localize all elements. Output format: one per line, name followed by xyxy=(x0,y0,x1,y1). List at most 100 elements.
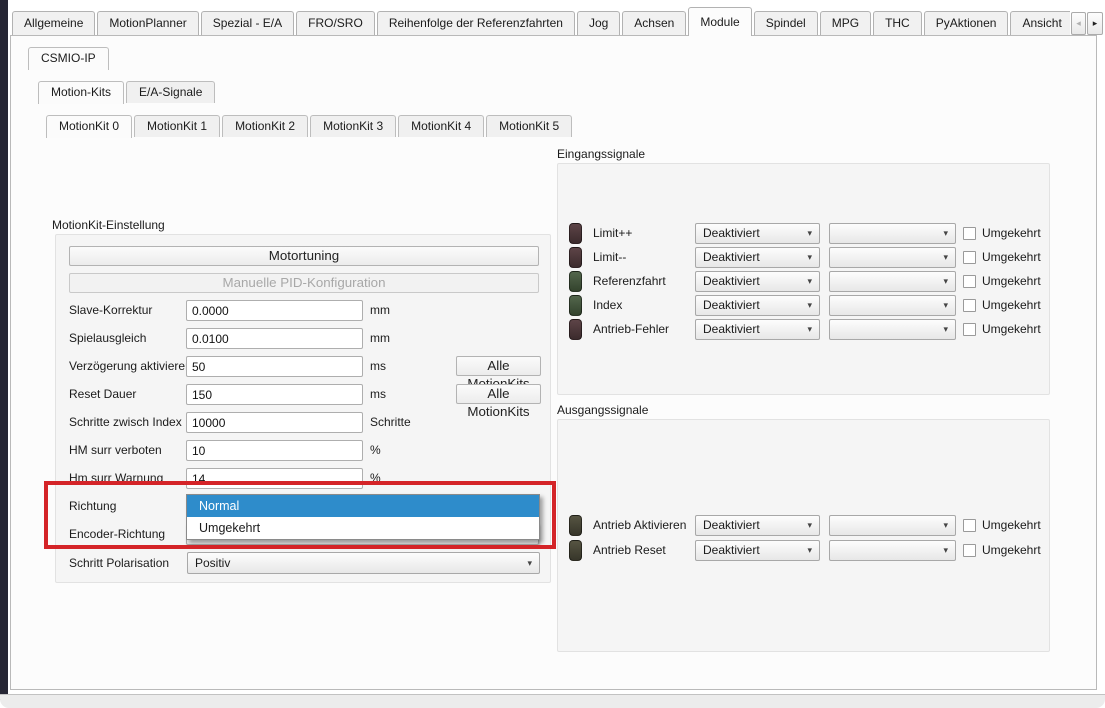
antrieb-fehler-invert-checkbox[interactable] xyxy=(963,323,976,336)
selected-value: Deaktiviert xyxy=(703,541,760,560)
chevron-down-icon: ▾ xyxy=(943,272,948,291)
tab-reihenfolge[interactable]: Reihenfolge der Referenzfahrten xyxy=(377,11,575,35)
tab-pyaktionen[interactable]: PyAktionen xyxy=(924,11,1009,35)
dropdown-option-normal[interactable]: Normal xyxy=(187,495,539,517)
index-pin-select[interactable]: ▾ xyxy=(829,295,956,316)
antrieb-aktivieren-pin-select[interactable]: ▾ xyxy=(829,515,956,536)
tab-scroll-right-button[interactable]: ▸ xyxy=(1087,12,1103,35)
limit-minus-pin-select[interactable]: ▾ xyxy=(829,247,956,268)
chevron-down-icon: ▾ xyxy=(807,272,812,291)
referenzfahrt-invert-checkbox[interactable] xyxy=(963,275,976,288)
tab-motionkit-2[interactable]: MotionKit 2 xyxy=(222,115,308,137)
eingangssignale-groupbox: Limit++ Deaktiviert▾ ▾ Umgekehrt Limit--… xyxy=(557,163,1050,395)
signal-label: Antrieb Aktivieren xyxy=(593,515,686,536)
eingangssignale-title: Eingangssignale xyxy=(557,147,645,161)
chevron-down-icon: ▾ xyxy=(943,248,948,267)
limit-plus-pin-select[interactable]: ▾ xyxy=(829,223,956,244)
signal-label: Limit++ xyxy=(593,223,632,244)
tab-module[interactable]: Module xyxy=(688,7,751,36)
tab-motionkit-0[interactable]: MotionKit 0 xyxy=(46,115,132,138)
slave-korrektur-input[interactable] xyxy=(186,300,363,321)
hm-warnung-input[interactable] xyxy=(186,468,363,489)
motortuning-button[interactable]: Motortuning xyxy=(69,246,539,266)
tab-achsen[interactable]: Achsen xyxy=(622,11,686,35)
manual-pid-button[interactable]: Manuelle PID-Konfiguration xyxy=(69,273,539,293)
checkbox-label: Umgekehrt xyxy=(982,295,1041,316)
tab-motion-kits[interactable]: Motion-Kits xyxy=(38,81,124,104)
tab-motionkit-4[interactable]: MotionKit 4 xyxy=(398,115,484,137)
tab-motionplanner[interactable]: MotionPlanner xyxy=(97,11,198,35)
antrieb-aktivieren-led-icon xyxy=(569,515,582,536)
tab-scroll-left-button[interactable]: ◂ xyxy=(1071,12,1086,35)
field-label: Verzögerung aktivieren xyxy=(69,356,192,377)
tab-thc[interactable]: THC xyxy=(873,11,922,35)
field-label: HM surr verboten xyxy=(69,440,162,461)
tab-fro-sro[interactable]: FRO/SRO xyxy=(296,11,375,35)
selected-value: Positiv xyxy=(195,553,230,573)
ausgangssignale-title: Ausgangssignale xyxy=(557,403,648,417)
dropdown-option-umgekehrt[interactable]: Umgekehrt xyxy=(187,517,539,539)
index-mode-select[interactable]: Deaktiviert▾ xyxy=(695,295,820,316)
selected-value: Deaktiviert xyxy=(703,516,760,535)
checkbox-label: Umgekehrt xyxy=(982,515,1041,536)
polarisation-select[interactable]: Positiv ▾ xyxy=(187,552,540,574)
hm-verboten-input[interactable] xyxy=(186,440,363,461)
tab-jog[interactable]: Jog xyxy=(577,11,620,35)
tab-motionkit-3[interactable]: MotionKit 3 xyxy=(310,115,396,137)
antrieb-reset-mode-select[interactable]: Deaktiviert ▾ xyxy=(695,540,820,561)
chevron-down-icon: ▾ xyxy=(807,541,812,560)
tab-allgemeine[interactable]: Allgemeine xyxy=(12,11,95,35)
settings-row-verzoegerung: Verzögerung aktivieren ms Alle MotionKit… xyxy=(56,356,550,377)
antrieb-reset-led-icon xyxy=(569,540,582,561)
tab-motionkit-1[interactable]: MotionKit 1 xyxy=(134,115,220,137)
spielausgleich-input[interactable] xyxy=(186,328,363,349)
limit-minus-mode-select[interactable]: Deaktiviert▾ xyxy=(695,247,820,268)
tab-spindel[interactable]: Spindel xyxy=(754,11,818,35)
tab-csmio-ip[interactable]: CSMIO-IP xyxy=(28,47,109,70)
antrieb-aktivieren-invert-checkbox[interactable] xyxy=(963,519,976,532)
main-tabbar: Allgemeine MotionPlanner Spezial - E/A F… xyxy=(12,7,1070,36)
referenzfahrt-mode-select[interactable]: Deaktiviert▾ xyxy=(695,271,820,292)
field-label: Spielausgleich xyxy=(69,328,146,349)
settings-row-reset-dauer: Reset Dauer ms Alle MotionKits xyxy=(56,384,550,405)
polarisation-label: Schritt Polarisation xyxy=(69,552,169,574)
alle-motionkits-button[interactable]: Alle MotionKits xyxy=(456,384,541,404)
unit-label: mm xyxy=(370,328,390,349)
chevron-down-icon: ▾ xyxy=(943,224,948,243)
signal-row-referenzfahrt: Referenzfahrt Deaktiviert▾ ▾ Umgekehrt xyxy=(558,271,1049,292)
index-invert-checkbox[interactable] xyxy=(963,299,976,312)
chevron-down-icon: ▾ xyxy=(807,320,812,339)
limit-minus-invert-checkbox[interactable] xyxy=(963,251,976,264)
tab-ansicht[interactable]: Ansicht xyxy=(1010,11,1070,35)
settings-row-hm-verboten: HM surr verboten % xyxy=(56,440,550,461)
alle-motionkits-button[interactable]: Alle MotionKits xyxy=(456,356,541,376)
referenzfahrt-pin-select[interactable]: ▾ xyxy=(829,271,956,292)
tab-ea-signale[interactable]: E/A-Signale xyxy=(126,81,215,103)
antrieb-reset-pin-select[interactable]: ▾ xyxy=(829,540,956,561)
unit-label: % xyxy=(370,468,381,489)
verzoegerung-input[interactable] xyxy=(186,356,363,377)
limit-plus-invert-checkbox[interactable] xyxy=(963,227,976,240)
signal-label: Antrieb-Fehler xyxy=(593,319,669,340)
tab-spezial-ea[interactable]: Spezial - E/A xyxy=(201,11,294,35)
limit-plus-mode-select[interactable]: Deaktiviert▾ xyxy=(695,223,820,244)
reset-dauer-input[interactable] xyxy=(186,384,363,405)
antrieb-aktivieren-mode-select[interactable]: Deaktiviert▾ xyxy=(695,515,820,536)
window-bottom-edge xyxy=(0,694,1105,708)
checkbox-label: Umgekehrt xyxy=(982,319,1041,340)
antrieb-fehler-pin-select[interactable]: ▾ xyxy=(829,319,956,340)
limit-minus-led-icon xyxy=(569,247,582,268)
schritte-index-input[interactable] xyxy=(186,412,363,433)
antrieb-fehler-mode-select[interactable]: Deaktiviert▾ xyxy=(695,319,820,340)
signal-row-index: Index Deaktiviert▾ ▾ Umgekehrt xyxy=(558,295,1049,316)
chevron-down-icon: ▾ xyxy=(943,320,948,339)
settings-group-title: MotionKit-Einstellung xyxy=(52,218,165,232)
antrieb-reset-invert-checkbox[interactable] xyxy=(963,544,976,557)
checkbox-label: Umgekehrt xyxy=(982,247,1041,268)
device-tabbar: CSMIO-IP xyxy=(28,47,111,70)
tab-mpg[interactable]: MPG xyxy=(820,11,871,35)
tab-motionkit-5[interactable]: MotionKit 5 xyxy=(486,115,572,137)
chevron-down-icon: ▾ xyxy=(943,516,948,535)
chevron-down-icon: ▾ xyxy=(807,224,812,243)
unit-label: ms xyxy=(370,384,386,405)
